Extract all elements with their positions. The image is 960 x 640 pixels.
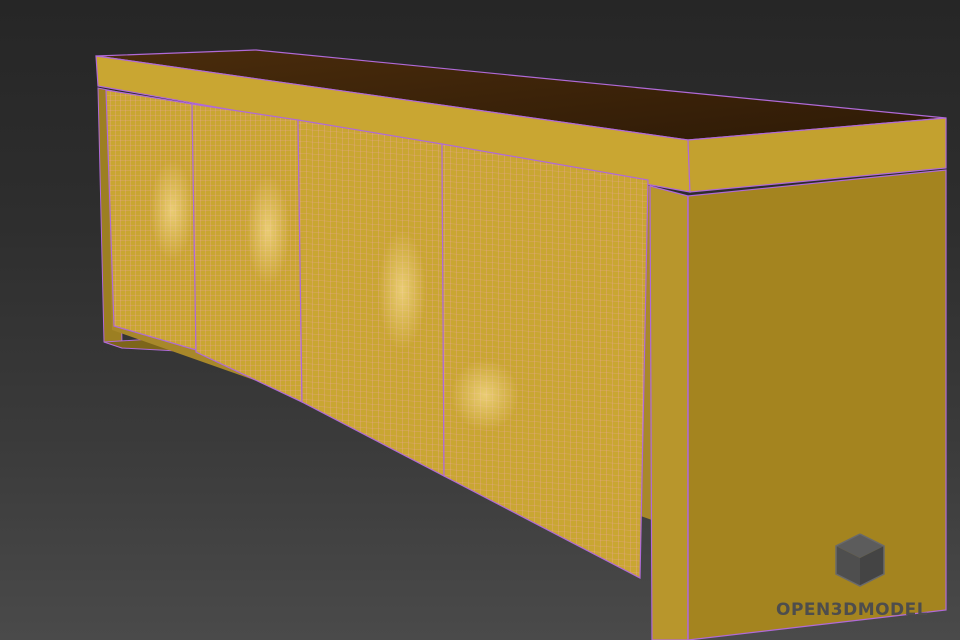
right-panel-edge: [649, 185, 689, 640]
3d-viewport: OPEN3DMODEL: [0, 0, 960, 640]
door-4: [441, 143, 649, 579]
cube-icon: [835, 533, 885, 587]
door-3: [297, 119, 445, 477]
watermark-text: OPEN3DMODEL: [776, 600, 929, 620]
watermark: OPEN3DMODEL: [776, 532, 946, 632]
door-1: [105, 89, 197, 351]
door-2: [191, 103, 303, 403]
